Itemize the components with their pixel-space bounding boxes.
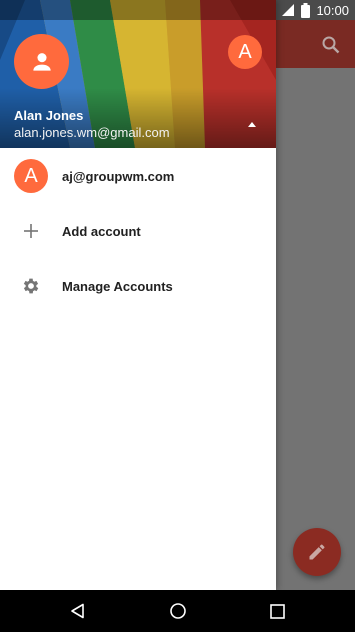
back-button[interactable] (48, 590, 108, 632)
compose-button[interactable] (293, 528, 341, 576)
search-icon[interactable] (319, 33, 343, 57)
manage-accounts-row[interactable]: Manage Accounts (0, 259, 276, 313)
recent-apps-icon (269, 603, 285, 619)
navigation-drawer: A Alan Jones alan.jones.wm@gmail.com A a… (0, 0, 276, 590)
account-label: aj@groupwm.com (62, 168, 175, 184)
manage-accounts-label: Manage Accounts (62, 278, 173, 294)
status-time: 10:00 (316, 2, 349, 18)
account-avatar: A (14, 159, 48, 193)
add-account-label: Add account (62, 223, 141, 239)
person-icon (32, 52, 51, 71)
signal-icon (282, 4, 295, 16)
recent-apps-button[interactable] (247, 590, 307, 632)
status-bar: 10:00 (0, 0, 355, 20)
account-row[interactable]: A aj@groupwm.com (0, 149, 276, 203)
back-icon (71, 603, 84, 619)
profile-avatar[interactable] (14, 34, 69, 89)
triangle-up-icon[interactable] (244, 116, 260, 132)
secondary-account-avatar[interactable]: A (228, 35, 262, 69)
gear-icon (23, 278, 39, 294)
home-button[interactable] (148, 590, 208, 632)
system-navigation-bar (0, 590, 355, 632)
add-account-row[interactable]: Add account (0, 204, 276, 258)
plus-icon (24, 224, 38, 238)
account-email: alan.jones.wm@gmail.com (14, 125, 170, 140)
account-name: Alan Jones (14, 108, 84, 123)
pencil-icon (309, 544, 325, 560)
drawer-header: A Alan Jones alan.jones.wm@gmail.com (0, 0, 276, 148)
battery-icon (301, 2, 311, 18)
home-icon (170, 603, 186, 619)
